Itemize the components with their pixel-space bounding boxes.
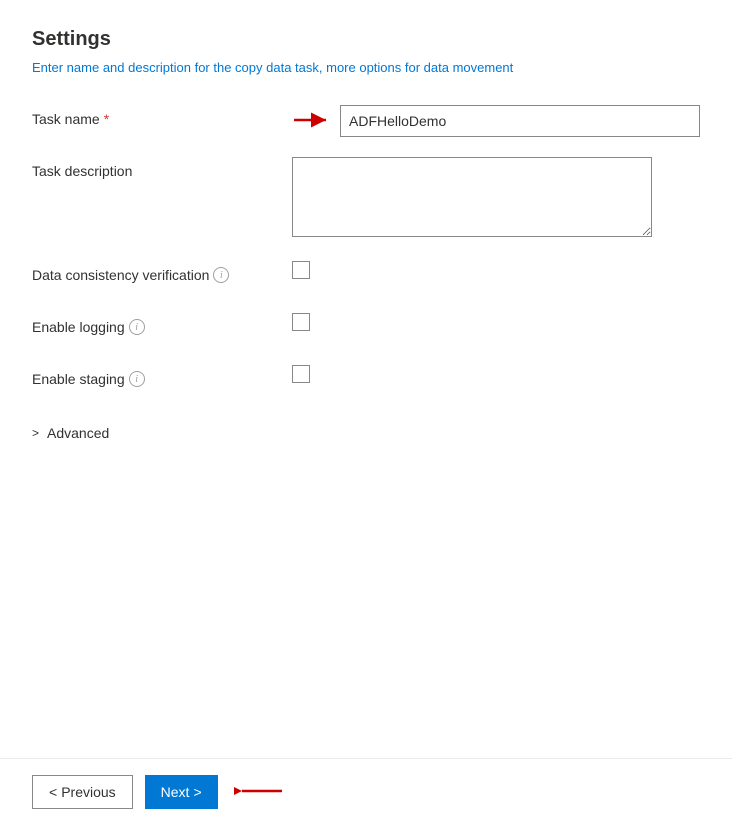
settings-form: Task name * xyxy=(32,105,700,445)
task-description-input[interactable] xyxy=(292,157,652,237)
next-button-wrapper: Next > xyxy=(145,775,284,809)
enable-logging-checkbox[interactable] xyxy=(292,313,310,331)
task-name-arrow-indicator xyxy=(292,110,332,133)
enable-staging-label: Enable staging i xyxy=(32,365,292,387)
required-indicator: * xyxy=(104,111,109,127)
next-chevron-icon: > xyxy=(193,784,201,800)
footer-bar: < Previous Next > xyxy=(0,758,732,825)
content-area: Settings Enter name and description for … xyxy=(0,0,732,758)
task-name-control xyxy=(292,105,700,137)
next-button[interactable]: Next > xyxy=(145,775,218,809)
advanced-label: Advanced xyxy=(47,425,109,441)
enable-staging-control xyxy=(292,365,700,383)
data-consistency-checkbox[interactable] xyxy=(292,261,310,279)
task-description-label: Task description xyxy=(32,157,292,179)
previous-chevron-icon: < xyxy=(49,784,57,800)
task-name-label: Task name * xyxy=(32,105,292,127)
page-title: Settings xyxy=(32,28,700,51)
data-consistency-row: Data consistency verification i xyxy=(32,261,700,293)
page-description: Enter name and description for the copy … xyxy=(32,59,700,77)
task-name-input[interactable] xyxy=(340,105,700,137)
page-container: Settings Enter name and description for … xyxy=(0,0,732,825)
enable-logging-label: Enable logging i xyxy=(32,313,292,335)
task-description-row: Task description xyxy=(32,157,700,237)
next-arrow-indicator xyxy=(234,781,284,804)
enable-logging-row: Enable logging i xyxy=(32,313,700,345)
advanced-chevron-icon: > xyxy=(32,426,39,440)
previous-button[interactable]: < Previous xyxy=(32,775,133,809)
enable-staging-info-icon[interactable]: i xyxy=(129,371,145,387)
enable-staging-checkbox[interactable] xyxy=(292,365,310,383)
data-consistency-control xyxy=(292,261,700,279)
advanced-toggle[interactable]: > Advanced xyxy=(32,421,700,445)
data-consistency-info-icon[interactable]: i xyxy=(213,267,229,283)
enable-logging-control xyxy=(292,313,700,331)
task-name-wrapper xyxy=(292,105,700,137)
enable-staging-row: Enable staging i xyxy=(32,365,700,397)
enable-logging-info-icon[interactable]: i xyxy=(129,319,145,335)
task-description-control xyxy=(292,157,700,237)
data-consistency-label: Data consistency verification i xyxy=(32,261,292,283)
task-name-row: Task name * xyxy=(32,105,700,137)
